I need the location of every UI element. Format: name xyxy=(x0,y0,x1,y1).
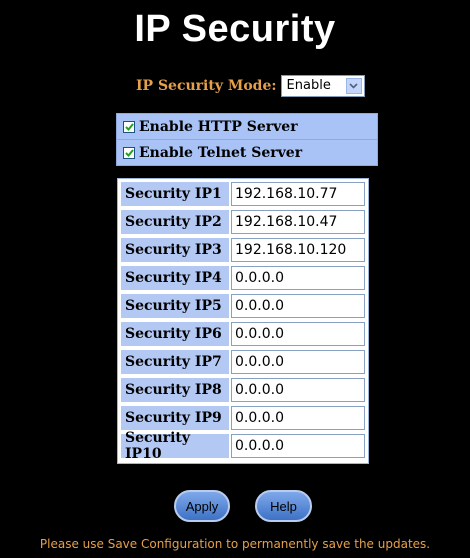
security-ip3-input[interactable]: 192.168.10.120 xyxy=(231,238,365,262)
table-row: Security IP1 192.168.10.77 xyxy=(121,182,365,206)
security-ip-label: Security IP3 xyxy=(121,238,229,262)
security-ip1-input[interactable]: 192.168.10.77 xyxy=(231,182,365,206)
help-button[interactable]: Help xyxy=(255,490,312,522)
telnet-server-checkbox[interactable] xyxy=(123,146,135,159)
http-server-label: Enable HTTP Server xyxy=(139,118,298,135)
table-row: Security IP8 0.0.0.0 xyxy=(121,378,365,402)
http-server-checkbox[interactable] xyxy=(123,120,135,133)
save-configuration-note: Please use Save Configuration to permane… xyxy=(39,537,431,551)
security-ip-label: Security IP4 xyxy=(121,266,229,290)
table-row: Security IP5 0.0.0.0 xyxy=(121,294,365,318)
check-icon xyxy=(124,148,134,157)
ip-security-mode-value: Enable xyxy=(286,78,331,93)
security-ip2-input[interactable]: 192.168.10.47 xyxy=(231,210,365,234)
ip-security-mode-select[interactable]: Enable xyxy=(280,75,365,97)
table-row: Security IP3 192.168.10.120 xyxy=(121,238,365,262)
http-server-option: Enable HTTP Server xyxy=(117,114,377,139)
table-row: Security IP7 0.0.0.0 xyxy=(121,350,365,374)
security-ip-label: Security IP2 xyxy=(121,210,229,234)
check-icon xyxy=(124,122,134,131)
apply-button[interactable]: Apply xyxy=(174,490,230,522)
security-ip-label: Security IP8 xyxy=(121,378,229,402)
security-ip-label: Security IP5 xyxy=(121,294,229,318)
telnet-server-label: Enable Telnet Server xyxy=(139,144,303,161)
table-row: Security IP9 0.0.0.0 xyxy=(121,406,365,430)
table-row: Security IP6 0.0.0.0 xyxy=(121,322,365,346)
table-row: Security IP10 0.0.0.0 xyxy=(121,430,365,462)
ip-security-mode-label: IP Security Mode: xyxy=(136,78,277,94)
ip-security-mode-row: IP Security Mode: Enable xyxy=(136,74,365,98)
security-ip-label: Security IP1 xyxy=(121,182,229,206)
telnet-server-option: Enable Telnet Server xyxy=(117,140,377,165)
server-options: Enable HTTP Server Enable Telnet Server xyxy=(116,113,378,166)
security-ip10-input[interactable]: 0.0.0.0 xyxy=(231,434,365,458)
security-ip9-input[interactable]: 0.0.0.0 xyxy=(231,406,365,430)
security-ip7-input[interactable]: 0.0.0.0 xyxy=(231,350,365,374)
table-row: Security IP4 0.0.0.0 xyxy=(121,266,365,290)
security-ip8-input[interactable]: 0.0.0.0 xyxy=(231,378,365,402)
security-ip-table: Security IP1 192.168.10.77 Security IP2 … xyxy=(117,178,369,464)
security-ip-label: Security IP6 xyxy=(121,322,229,346)
security-ip-label: Security IP10 xyxy=(121,430,229,462)
security-ip-label: Security IP7 xyxy=(121,350,229,374)
page-title: IP Security xyxy=(134,8,336,50)
security-ip6-input[interactable]: 0.0.0.0 xyxy=(231,322,365,346)
table-row: Security IP2 192.168.10.47 xyxy=(121,210,365,234)
security-ip5-input[interactable]: 0.0.0.0 xyxy=(231,294,365,318)
security-ip-label: Security IP9 xyxy=(121,406,229,430)
security-ip4-input[interactable]: 0.0.0.0 xyxy=(231,266,365,290)
chevron-down-icon[interactable] xyxy=(345,78,362,94)
